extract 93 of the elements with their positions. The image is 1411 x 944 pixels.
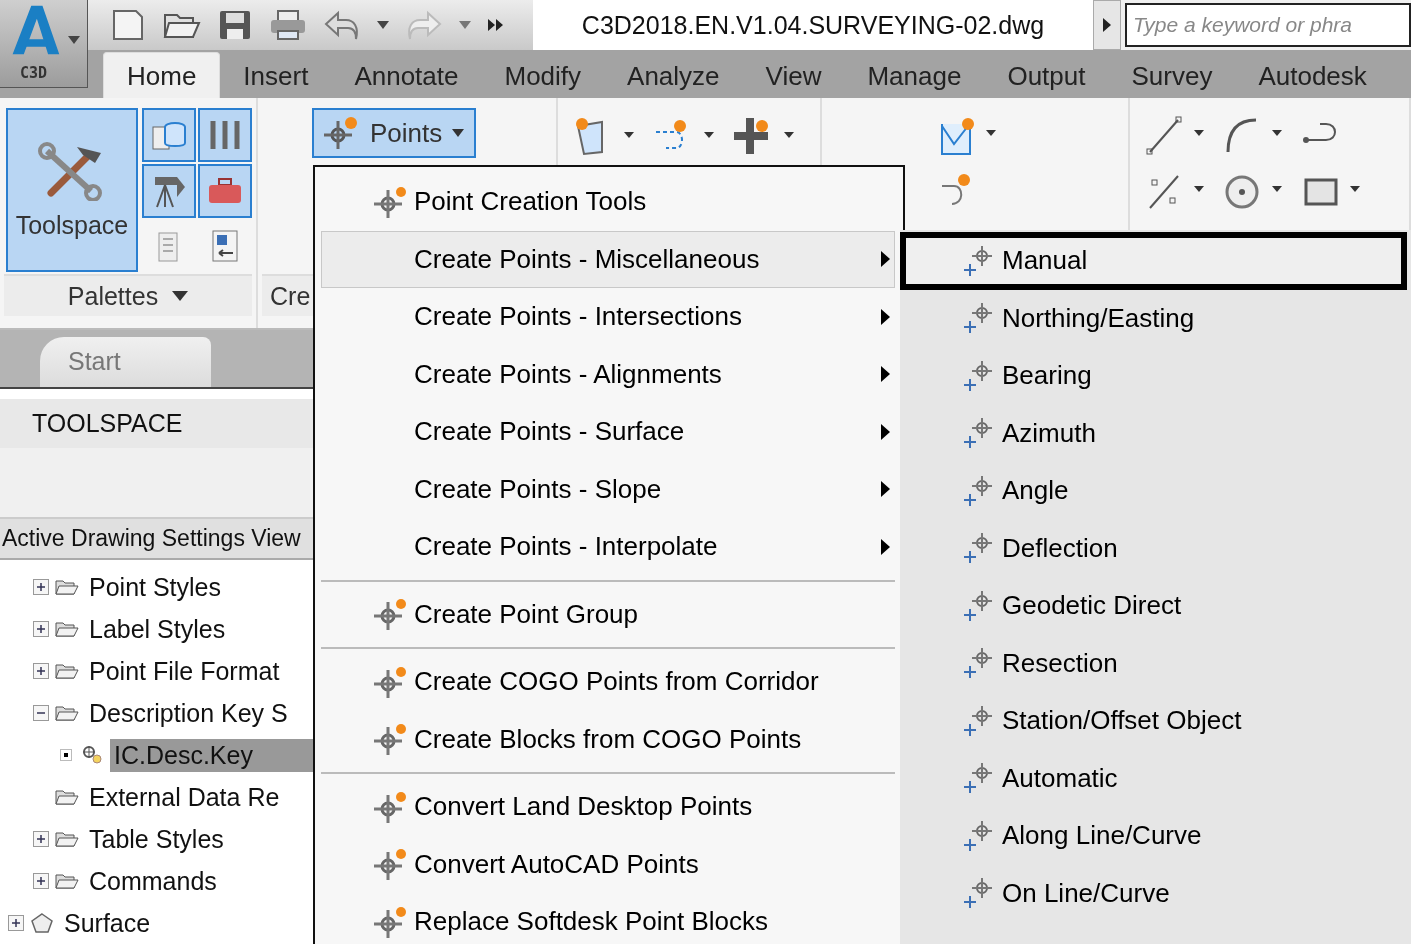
view-tab[interactable]: Active Drawing Settings View xyxy=(0,516,313,560)
menu-item[interactable]: Convert AutoCAD Points xyxy=(321,835,895,893)
toolspace-button[interactable]: Toolspace xyxy=(6,108,138,272)
ribbon-tab[interactable]: Home xyxy=(103,52,221,98)
menu-item[interactable]: Resection xyxy=(900,634,1411,692)
print-icon[interactable] xyxy=(269,9,307,41)
ribbon-tab[interactable]: Manage xyxy=(844,53,985,98)
menu-item[interactable]: Bearing xyxy=(900,347,1411,405)
folder-icon xyxy=(55,830,79,848)
menu-item[interactable]: Create Points - Surface xyxy=(321,403,895,461)
ribbon-tab[interactable]: Annotate xyxy=(331,53,482,98)
menu-item[interactable]: Along Line/Curve xyxy=(900,807,1411,865)
survey-tripod-icon[interactable] xyxy=(142,164,196,218)
menu-item[interactable]: Create COGO Points from Corridor xyxy=(321,653,895,711)
expand-icon[interactable] xyxy=(33,579,49,595)
expand-icon[interactable] xyxy=(33,621,49,637)
menu-item[interactable]: Replace Softdesk Point Blocks xyxy=(321,893,895,944)
ribbon-tab[interactable]: Analyze xyxy=(604,53,743,98)
new-file-icon[interactable] xyxy=(110,9,146,41)
folder-icon xyxy=(55,578,79,596)
menu-item[interactable]: Create Points - Interpolate xyxy=(321,518,895,576)
menu-item[interactable]: Point Creation Tools xyxy=(321,173,895,231)
surface-point-icon[interactable] xyxy=(574,116,636,156)
palette-title: TOOLSPACE xyxy=(0,398,313,448)
submenu-arrow-icon xyxy=(881,538,890,555)
window-title: C3D2018.EN.V1.04.SURVEYING-02.dwg xyxy=(533,0,1093,50)
ribbon-tab[interactable]: View xyxy=(742,53,845,98)
save-icon[interactable] xyxy=(218,9,252,41)
folder-icon xyxy=(55,872,79,890)
more-tools-icon[interactable] xyxy=(488,19,504,31)
menu-item[interactable]: Convert Land Desktop Points xyxy=(321,778,895,836)
tree-item[interactable]: Table Styles xyxy=(85,822,228,856)
caret-icon xyxy=(452,129,465,137)
surface-icon xyxy=(30,912,54,934)
collapse-icon[interactable] xyxy=(33,705,49,721)
expand-icon[interactable] xyxy=(33,873,49,889)
menu-item[interactable]: Azimuth xyxy=(900,404,1411,462)
triangle-right-icon xyxy=(1103,18,1111,32)
caret-icon xyxy=(68,36,80,44)
caret-icon[interactable] xyxy=(459,21,471,29)
folder-icon xyxy=(55,704,79,722)
database-icon[interactable] xyxy=(142,108,196,162)
undo-icon[interactable] xyxy=(324,9,360,41)
submenu-arrow-icon xyxy=(881,481,890,498)
ribbon-tab[interactable]: Insert xyxy=(220,53,332,98)
folder-icon xyxy=(55,662,79,680)
menu-item[interactable]: Create Point Group xyxy=(321,585,895,643)
ribbon-tab[interactable]: Survey xyxy=(1108,53,1236,98)
panel-title[interactable]: Palettes xyxy=(4,274,252,316)
key-icon xyxy=(80,744,104,766)
menu-item[interactable]: Northing/Easting xyxy=(900,289,1411,347)
submenu-arrow-icon xyxy=(881,423,890,440)
expand-button[interactable] xyxy=(1093,0,1121,50)
menu-item[interactable]: Create Blocks from COGO Points xyxy=(321,710,895,768)
tree-item[interactable]: Commands xyxy=(85,864,221,898)
menu-item[interactable]: Geodetic Direct xyxy=(900,577,1411,635)
menu-item[interactable]: On Line/Curve xyxy=(900,864,1411,922)
expand-icon[interactable] xyxy=(33,831,49,847)
menu-item[interactable]: Deflection xyxy=(900,519,1411,577)
tree-item[interactable]: IC.Desc.Key xyxy=(110,738,313,772)
search-field[interactable]: Type a keyword or phra xyxy=(1125,3,1411,47)
tree-item[interactable]: Point File Format xyxy=(85,654,284,688)
expand-icon[interactable] xyxy=(33,663,49,679)
menu-item[interactable]: Create Points - Intersections xyxy=(321,288,895,346)
intersection-point-icon[interactable] xyxy=(734,116,796,156)
menu-item[interactable]: Automatic xyxy=(900,749,1411,807)
menu-item[interactable]: Create Points - Slope xyxy=(321,460,895,518)
tree-item[interactable]: External Data Re xyxy=(85,780,284,814)
menu-item[interactable]: Manual xyxy=(900,232,1407,290)
tree-item[interactable]: Label Styles xyxy=(85,612,230,646)
caret-icon[interactable] xyxy=(377,21,389,29)
ribbon-tab[interactable]: Modify xyxy=(481,53,605,98)
menu-item[interactable]: Create Points - Miscellaneous xyxy=(321,230,895,288)
menu-item[interactable]: Station/Offset Object xyxy=(900,692,1411,750)
menu-item[interactable]: Create Points - Alignments xyxy=(321,345,895,403)
tree-item[interactable]: Description Key S xyxy=(85,696,292,730)
point-icon xyxy=(322,115,360,151)
expand-icon[interactable] xyxy=(8,915,24,931)
submenu-arrow-icon xyxy=(881,308,890,325)
document-tab[interactable]: Start xyxy=(40,336,211,387)
menu-item[interactable]: Angle xyxy=(900,462,1411,520)
application-menu-button[interactable]: C3D xyxy=(0,0,88,88)
ribbon-tab[interactable]: Output xyxy=(984,53,1109,98)
folder-icon xyxy=(55,620,79,638)
tree-item[interactable]: Surface xyxy=(60,906,155,940)
submenu-arrow-icon xyxy=(881,251,890,268)
toolbox-icon[interactable] xyxy=(198,164,252,218)
tree-item[interactable]: Point Styles xyxy=(85,570,225,604)
submenu-arrow-icon xyxy=(881,366,890,383)
caret-icon xyxy=(172,291,189,301)
ribbon-tab[interactable]: Autodesk xyxy=(1235,53,1390,98)
folder-icon xyxy=(55,788,79,806)
points-button[interactable]: Points xyxy=(312,108,477,158)
